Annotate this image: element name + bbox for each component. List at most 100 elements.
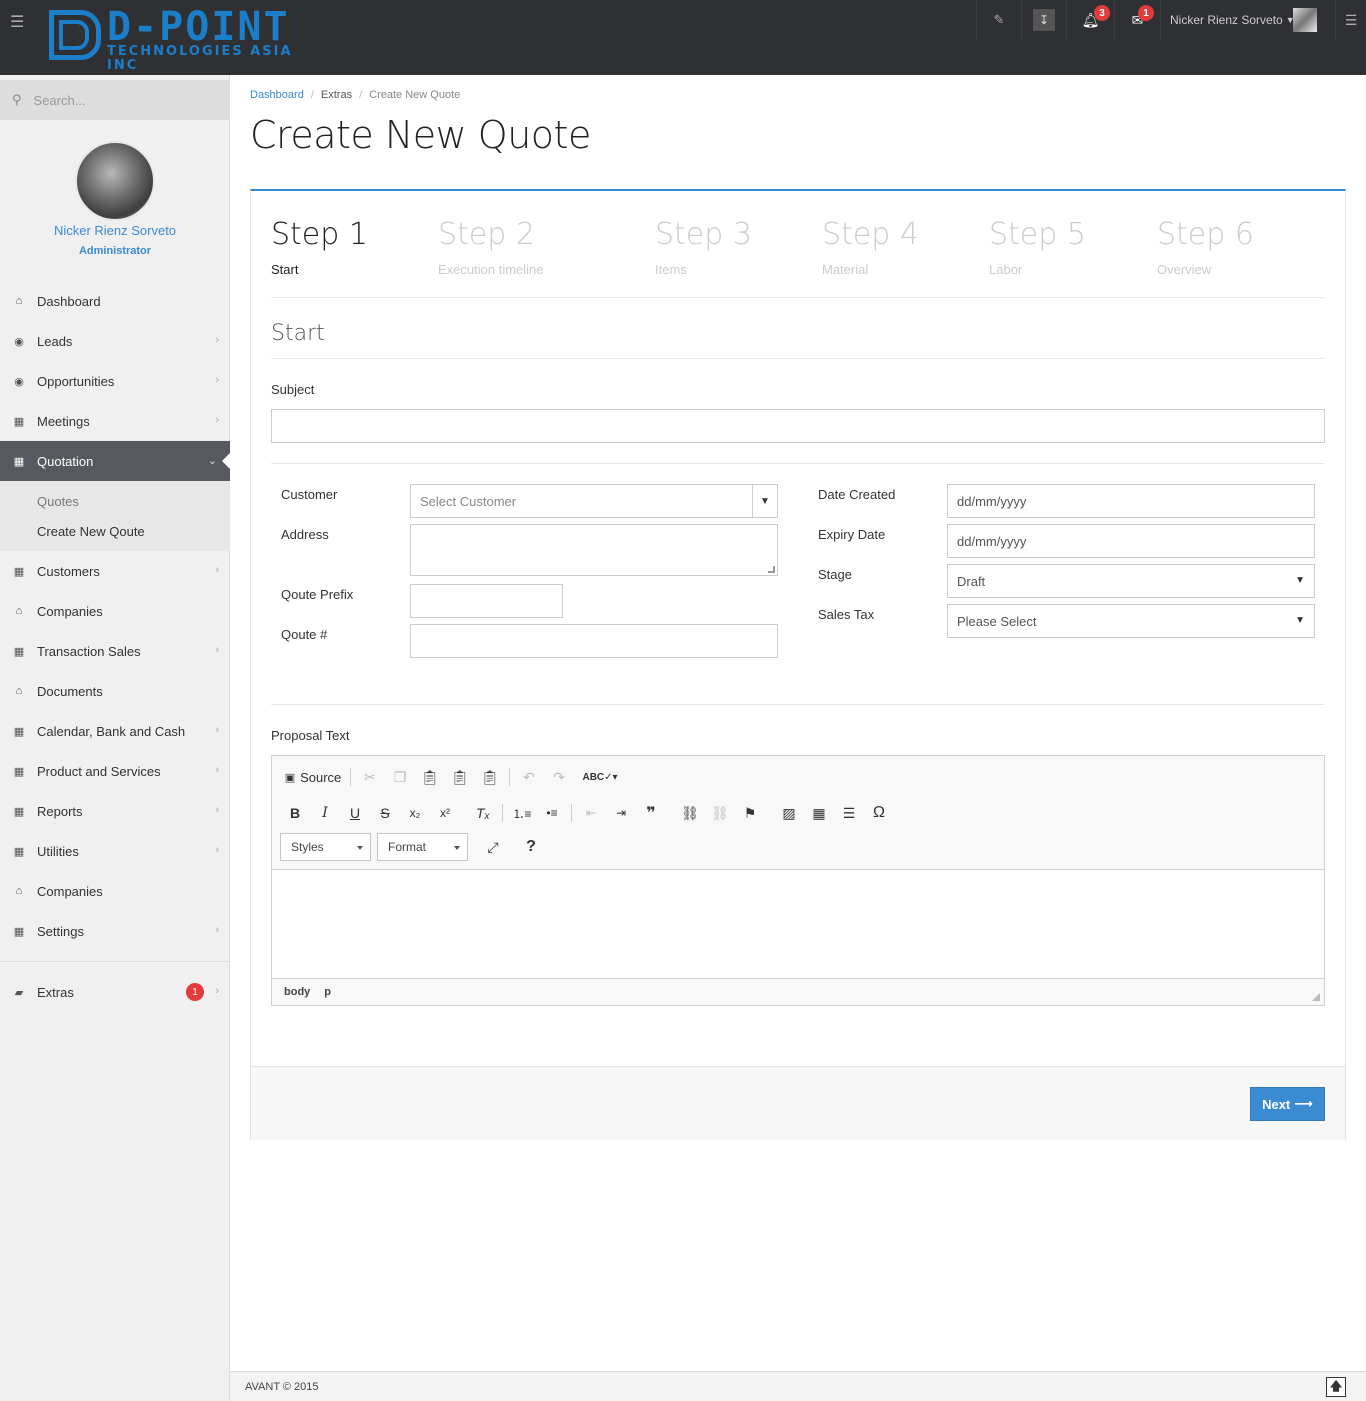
unlink-icon[interactable]: ⛓: [705, 800, 735, 826]
step-4[interactable]: Step 4 Material: [822, 217, 919, 277]
profile-name[interactable]: Nicker Rienz Sorveto: [0, 223, 230, 238]
sidebar-item-reports[interactable]: ▦ Reports ›: [0, 791, 230, 831]
bulleted-list-icon[interactable]: •≡: [537, 800, 567, 826]
sidebar-item-calendar-bank-cash[interactable]: ▦ Calendar, Bank and Cash ›: [0, 711, 230, 751]
quote-number-input[interactable]: [410, 624, 778, 658]
caret-down-icon: ▼: [1295, 575, 1305, 586]
paste-from-word-icon[interactable]: 📋︎: [475, 764, 505, 790]
sidebar-item-companies[interactable]: ⌂ Companies: [0, 591, 230, 631]
date-created-value: dd/mm/yyyy: [957, 493, 1027, 509]
submenu-item-quotes[interactable]: Quotes: [0, 486, 230, 516]
submenu-item-create-new-quote[interactable]: Create New Qoute: [0, 516, 230, 546]
sidebar-item-extras[interactable]: ▰ Extras 1 ›: [0, 972, 230, 1012]
date-created-input[interactable]: dd/mm/yyyy: [947, 484, 1315, 518]
path-body[interactable]: body: [284, 986, 310, 998]
source-button[interactable]: ▣ Source: [280, 764, 346, 790]
sidebar-search: ⚲: [0, 80, 230, 120]
sidebar-item-dashboard[interactable]: ⌂ Dashboard: [0, 281, 230, 321]
table-icon[interactable]: ▦: [804, 800, 834, 826]
messages-badge: 1: [1138, 5, 1154, 21]
step-6[interactable]: Step 6 Overview: [1157, 217, 1254, 277]
messages-button[interactable]: ✉ 1: [1114, 0, 1160, 40]
link-icon[interactable]: ⛓: [675, 800, 705, 826]
grid-icon: ▦: [13, 725, 25, 738]
image-icon[interactable]: ▨: [774, 800, 804, 826]
step-5[interactable]: Step 5 Labor: [989, 217, 1086, 277]
indent-icon[interactable]: ⇥: [606, 800, 636, 826]
step-3[interactable]: Step 3 Items: [655, 217, 752, 277]
grid-icon: ▦: [13, 565, 25, 578]
download-button[interactable]: ↧: [1021, 0, 1066, 40]
caret-down-icon[interactable]: ▼: [752, 485, 777, 517]
breadcrumb-dashboard[interactable]: Dashboard: [250, 89, 304, 101]
format-dropdown[interactable]: Format: [377, 833, 468, 861]
paste-icon[interactable]: 📋︎: [415, 764, 445, 790]
search-input[interactable]: [33, 92, 214, 108]
grid-icon: ▦: [13, 765, 25, 778]
right-panel-toggle-icon[interactable]: ☰: [1335, 0, 1366, 40]
copy-icon[interactable]: ❐: [385, 764, 415, 790]
outdent-icon[interactable]: ⇤: [576, 800, 606, 826]
sidebar-item-leads[interactable]: ◉ Leads ›: [0, 321, 230, 361]
format-dropdown-label: Format: [388, 840, 427, 854]
breadcrumb-extras[interactable]: Extras: [321, 89, 352, 101]
resize-handle-icon[interactable]: [768, 566, 775, 573]
magic-wand-button[interactable]: ✎: [976, 0, 1021, 40]
numbered-list-icon[interactable]: ⒈≡: [507, 800, 537, 826]
maximize-icon[interactable]: ⤢: [478, 834, 508, 860]
sidebar-item-quotation[interactable]: ▦ Quotation ⌄: [0, 441, 230, 481]
address-textarea[interactable]: [410, 524, 778, 576]
sidebar-item-meetings[interactable]: ▦ Meetings ›: [0, 401, 230, 441]
sidebar-item-settings[interactable]: ▦ Settings ›: [0, 911, 230, 951]
next-button[interactable]: Next ⟶: [1250, 1087, 1325, 1121]
editor-content-area[interactable]: [272, 869, 1324, 979]
italic-icon[interactable]: I: [310, 800, 340, 826]
blockquote-icon[interactable]: ❞: [636, 800, 666, 826]
expiry-date-input[interactable]: dd/mm/yyyy: [947, 524, 1315, 558]
anchor-flag-icon[interactable]: ⚑: [735, 800, 765, 826]
superscript-icon[interactable]: x²: [430, 800, 460, 826]
menu-toggle-icon[interactable]: ☰: [10, 12, 30, 31]
special-character-icon[interactable]: Ω: [864, 800, 894, 826]
sidebar-item-utilities[interactable]: ▦ Utilities ›: [0, 831, 230, 871]
editor-element-path: body p: [284, 986, 345, 998]
notifications-button[interactable]: 🔔︎ 3: [1066, 0, 1114, 40]
cut-icon[interactable]: ✂: [355, 764, 385, 790]
grid-icon: ▦: [13, 925, 25, 938]
user-menu[interactable]: Nicker Rienz Sorveto ▼: [1160, 0, 1335, 40]
undo-icon[interactable]: ↶: [514, 764, 544, 790]
strikethrough-icon[interactable]: S: [370, 800, 400, 826]
chevron-right-icon: ›: [215, 374, 219, 386]
sidebar-item-opportunities[interactable]: ◉ Opportunities ›: [0, 361, 230, 401]
quote-prefix-input[interactable]: [410, 584, 563, 618]
profile-avatar[interactable]: [75, 141, 155, 221]
remove-format-icon[interactable]: Tₓ: [468, 800, 498, 826]
subject-input[interactable]: [271, 409, 1325, 443]
styles-dropdown[interactable]: Styles: [280, 833, 371, 861]
editor-toolbar-row-3: Styles Format ⤢ ?: [280, 832, 546, 862]
sidebar-item-product-services[interactable]: ▦ Product and Services ›: [0, 751, 230, 791]
sidebar-item-transaction-sales[interactable]: ▦ Transaction Sales ›: [0, 631, 230, 671]
user-menu-name: Nicker Rienz Sorveto: [1170, 13, 1283, 27]
horizontal-line-icon[interactable]: ☰: [834, 800, 864, 826]
bold-icon[interactable]: B: [280, 800, 310, 826]
customer-select[interactable]: Select Customer ▼: [410, 484, 778, 518]
brand-logo[interactable]: D-POINT TECHNOLOGIES ASIA INC: [49, 7, 321, 73]
chevron-right-icon: ›: [215, 564, 219, 576]
paste-text-icon[interactable]: 📋︎: [445, 764, 475, 790]
editor-resize-icon[interactable]: [1312, 993, 1320, 1001]
sidebar-item-customers[interactable]: ▦ Customers ›: [0, 551, 230, 591]
subscript-icon[interactable]: x₂: [400, 800, 430, 826]
redo-icon[interactable]: ↷: [544, 764, 574, 790]
step-1[interactable]: Step 1 Start: [271, 217, 368, 277]
help-icon[interactable]: ?: [516, 834, 546, 860]
path-p[interactable]: p: [324, 986, 331, 998]
spellcheck-icon[interactable]: ABC✓▾: [582, 764, 617, 790]
underline-icon[interactable]: U: [340, 800, 370, 826]
stage-select[interactable]: Draft ▼: [947, 564, 1315, 598]
sales-tax-select[interactable]: Please Select ▼: [947, 604, 1315, 638]
scroll-to-top-icon[interactable]: 🡅: [1326, 1377, 1346, 1397]
sidebar-item-documents[interactable]: ⌂ Documents: [0, 671, 230, 711]
sidebar-item-companies-2[interactable]: ⌂ Companies: [0, 871, 230, 911]
step-2[interactable]: Step 2 Execution timeline: [438, 217, 544, 277]
